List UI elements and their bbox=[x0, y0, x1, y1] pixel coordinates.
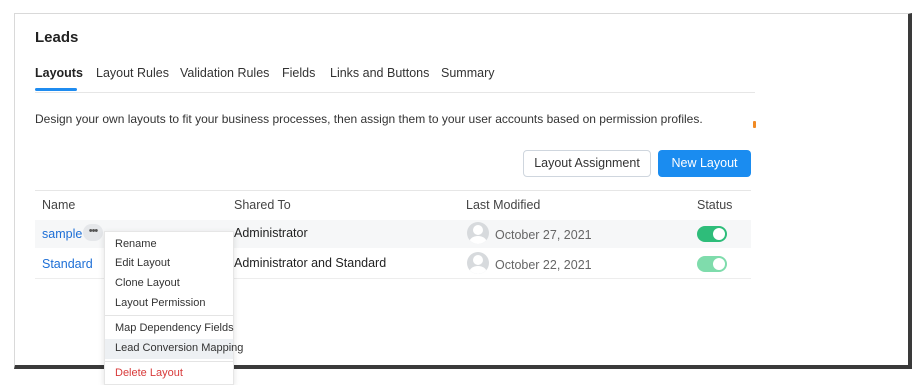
menu-divider bbox=[105, 315, 233, 316]
tab-layouts[interactable]: Layouts bbox=[35, 66, 83, 80]
layout-assignment-button[interactable]: Layout Assignment bbox=[523, 150, 651, 177]
active-tab-indicator bbox=[35, 88, 77, 91]
page-title: Leads bbox=[35, 29, 79, 46]
menu-item-rename[interactable]: Rename bbox=[115, 238, 157, 250]
layout-context-menu: Rename Edit Layout Clone Layout Layout P… bbox=[104, 231, 243, 385]
table-header: Name Shared To Last Modified Status bbox=[35, 190, 751, 221]
page-description: Design your own layouts to fit your busi… bbox=[35, 112, 703, 126]
toggle-knob bbox=[713, 228, 725, 240]
tab-validation-rules[interactable]: Validation Rules bbox=[180, 66, 269, 80]
column-header-name[interactable]: Name bbox=[42, 198, 75, 212]
column-header-last-modified[interactable]: Last Modified bbox=[466, 198, 540, 212]
tab-fields[interactable]: Fields bbox=[282, 66, 315, 80]
menu-item-delete-layout[interactable]: Delete Layout bbox=[115, 367, 183, 379]
menu-item-edit-layout[interactable]: Edit Layout bbox=[115, 257, 170, 269]
menu-divider bbox=[105, 361, 233, 362]
status-toggle[interactable] bbox=[697, 226, 727, 242]
scroll-edge-marker bbox=[753, 121, 756, 128]
last-modified-cell: October 22, 2021 bbox=[495, 258, 592, 272]
tab-links-and-buttons[interactable]: Links and Buttons bbox=[330, 66, 429, 80]
user-avatar-icon bbox=[467, 252, 489, 274]
leads-layout-panel: Leads Layouts Layout Rules Validation Ru… bbox=[14, 13, 912, 385]
shared-to-cell: Administrator and Standard bbox=[234, 256, 387, 270]
last-modified-cell: October 27, 2021 bbox=[495, 228, 592, 242]
menu-item-map-dependency-fields[interactable]: Map Dependency Fields bbox=[115, 322, 234, 334]
column-header-shared-to[interactable]: Shared To bbox=[234, 198, 291, 212]
ellipsis-icon[interactable]: ••• bbox=[83, 224, 103, 241]
status-toggle[interactable] bbox=[697, 256, 727, 272]
menu-item-lead-conversion-mapping[interactable]: Lead Conversion Mapping bbox=[115, 342, 243, 354]
layout-name-link[interactable]: sample bbox=[42, 227, 82, 241]
layout-name-link[interactable]: Standard bbox=[42, 257, 93, 271]
column-header-status[interactable]: Status bbox=[697, 198, 732, 212]
menu-item-clone-layout[interactable]: Clone Layout bbox=[115, 277, 180, 289]
shared-to-cell: Administrator bbox=[234, 226, 308, 240]
tab-summary[interactable]: Summary bbox=[441, 66, 494, 80]
user-avatar-icon bbox=[467, 222, 489, 244]
new-layout-button[interactable]: New Layout bbox=[658, 150, 751, 177]
menu-item-layout-permission[interactable]: Layout Permission bbox=[115, 297, 206, 309]
toggle-knob bbox=[713, 258, 725, 270]
tab-layout-rules[interactable]: Layout Rules bbox=[96, 66, 169, 80]
tabs-divider bbox=[35, 92, 755, 93]
